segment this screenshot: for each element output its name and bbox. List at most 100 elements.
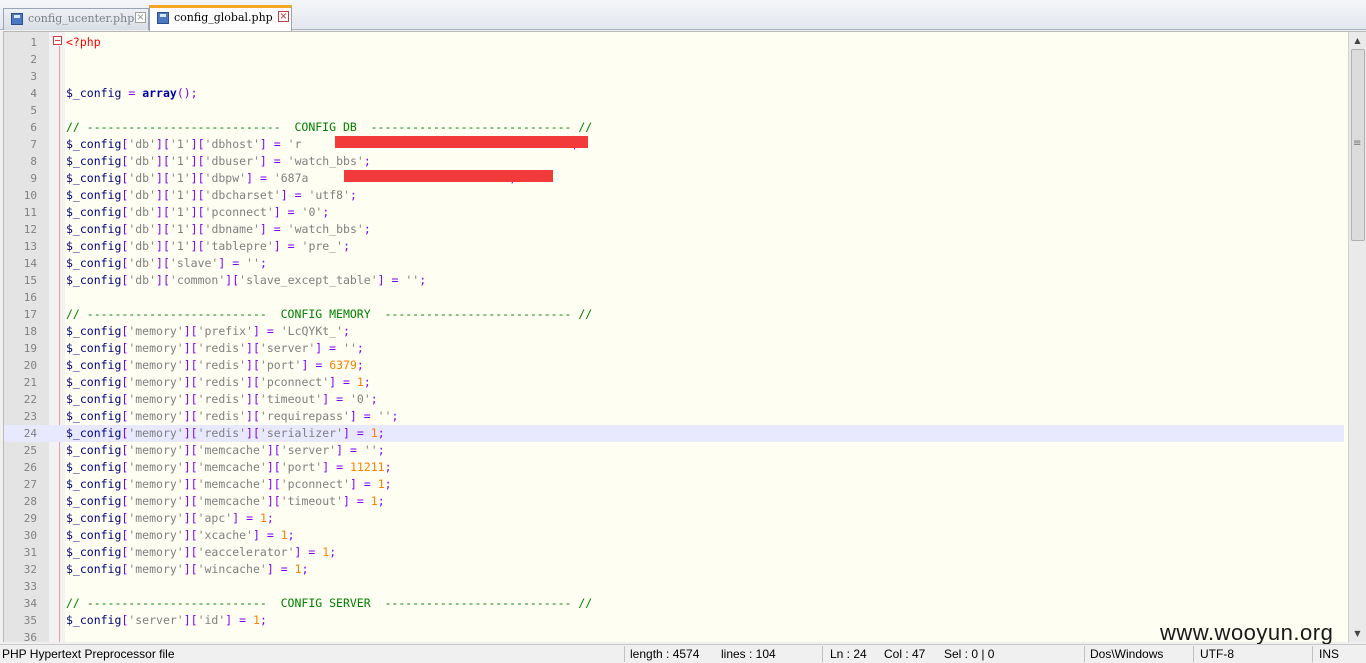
- scrollbar-thumb[interactable]: [1351, 49, 1365, 241]
- close-icon[interactable]: ×: [278, 11, 289, 22]
- tab-config-global[interactable]: config_global.php ×: [149, 5, 292, 31]
- code-line[interactable]: 9$_config['db']['1']['dbpw'] = '687a 5e'…: [4, 170, 1344, 187]
- code-line[interactable]: 28 $_config['memory']['memcache']['timeou…: [4, 493, 1344, 510]
- code-token: ][: [190, 188, 205, 202]
- line-number: 6: [30, 121, 37, 134]
- line-number: 7: [30, 138, 37, 151]
- code-line[interactable]: 14 $_config['db']['slave'] = '';: [4, 255, 1344, 272]
- code-line[interactable]: 7$_config['db']['1']['dbhost'] = 'r cs.c…: [4, 136, 1344, 153]
- code-token: 'apc': [197, 511, 233, 525]
- code-token: ][: [156, 273, 170, 287]
- code-line[interactable]: 20 $_config['memory']['redis']['port'] = …: [4, 357, 1344, 374]
- code-token: 'memcache': [197, 443, 267, 457]
- code-line[interactable]: 17 // -------------------------- CONFIG M…: [4, 306, 1344, 323]
- code-token: ;: [363, 154, 371, 168]
- code-token: 'memory': [128, 494, 184, 508]
- code-token: ][: [183, 341, 198, 355]
- code-text: $_config['memory']['memcache']['pconnect…: [66, 476, 392, 493]
- code-line[interactable]: 11 $_config['db']['1']['pconnect'] = '0';: [4, 204, 1344, 221]
- code-text: $_config['db']['1']['dbuser'] = 'watch_b…: [66, 153, 371, 170]
- code-line[interactable]: 6 // ---------------------------- CONFIG …: [4, 119, 1344, 136]
- code-line[interactable]: 25 $_config['memory']['memcache']['server…: [4, 442, 1344, 459]
- tab-config-ucenter[interactable]: config_ucenter.php ×: [3, 8, 149, 30]
- code-editor[interactable]: 1 <?php 2 3 4 $_config = array(); 5 6// -------…: [3, 31, 1366, 642]
- code-token: =: [266, 528, 274, 542]
- code-token: ;: [363, 375, 371, 389]
- code-token: $_config: [66, 256, 122, 270]
- code-token: ]: [273, 239, 281, 253]
- code-line[interactable]: 26 $_config['memory']['memcache']['port']…: [4, 459, 1344, 476]
- code-line[interactable]: 8 $_config['db']['1']['dbuser'] = 'watch_…: [4, 153, 1344, 170]
- code-line[interactable]: 10 $_config['db']['1']['dbcharset'] = 'ut…: [4, 187, 1344, 204]
- code-line[interactable]: 12 $_config['db']['1']['dbname'] = 'watch…: [4, 221, 1344, 238]
- code-token: ();: [176, 86, 198, 100]
- code-line[interactable]: 22 $_config['memory']['redis']['timeout']…: [4, 391, 1344, 408]
- code-token: =: [287, 239, 295, 253]
- code-line[interactable]: 35 $_config['server']['id'] = 1;: [4, 612, 1344, 629]
- code-token: ]: [259, 222, 267, 236]
- code-token: ;: [391, 409, 399, 423]
- scroll-down-icon[interactable]: ▼: [1349, 625, 1366, 642]
- code-token: ][: [156, 154, 170, 168]
- code-line[interactable]: 30 $_config['memory']['xcache'] = 1;: [4, 527, 1344, 544]
- code-line[interactable]: 21 $_config['memory']['redis']['pconnect'…: [4, 374, 1344, 391]
- line-number: 34: [23, 597, 37, 610]
- code-token: $_config: [66, 222, 122, 236]
- code-line[interactable]: 24 $_config['memory']['redis']['serialize…: [4, 425, 1344, 442]
- code-token: ]: [343, 494, 350, 508]
- code-token: '1': [169, 205, 191, 219]
- code-token: ][: [183, 477, 198, 491]
- code-token: =: [280, 562, 288, 576]
- code-token: ][: [156, 239, 170, 253]
- code-line[interactable]: 1 <?php: [4, 34, 1344, 51]
- code-line[interactable]: 16: [4, 289, 1344, 306]
- code-line[interactable]: 34 // -------------------------- CONFIG S…: [4, 595, 1344, 612]
- code-token: ]: [246, 171, 254, 185]
- code-token: ][: [183, 613, 198, 627]
- code-token: 'db': [128, 222, 157, 236]
- code-line[interactable]: 27 $_config['memory']['memcache']['pconne…: [4, 476, 1344, 493]
- scroll-up-icon[interactable]: ▲: [1349, 32, 1366, 49]
- code-line[interactable]: 13 $_config['db']['1']['tablepre'] = 'pre…: [4, 238, 1344, 255]
- code-line[interactable]: 33: [4, 578, 1344, 595]
- code-token: 'slave_except_table': [239, 273, 378, 287]
- vertical-scrollbar[interactable]: ▲ ▼: [1348, 32, 1366, 642]
- code-line[interactable]: 4 $_config = array();: [4, 85, 1344, 102]
- code-line[interactable]: 5: [4, 102, 1344, 119]
- code-token: $_config: [66, 494, 122, 508]
- code-token: 'memory': [128, 375, 184, 389]
- code-token: 'db': [128, 205, 157, 219]
- code-line[interactable]: 32 $_config['memory']['wincache'] = 1;: [4, 561, 1344, 578]
- code-lines[interactable]: 1 <?php 2 3 4 $_config = array(); 5 6// -------…: [4, 34, 1344, 642]
- code-text: $_config['memory']['memcache']['port'] =…: [66, 459, 392, 476]
- code-line[interactable]: 23 $_config['memory']['redis']['requirepa…: [4, 408, 1344, 425]
- code-token: $_config: [66, 426, 122, 440]
- code-token: 1: [370, 494, 378, 508]
- status-lines: lines : 104: [721, 647, 776, 661]
- code-token: 'db': [128, 188, 157, 202]
- code-line[interactable]: 2: [4, 51, 1344, 68]
- line-number: 8: [30, 155, 37, 168]
- close-icon[interactable]: ×: [135, 12, 146, 23]
- code-line[interactable]: 29 $_config['memory']['apc'] = 1;: [4, 510, 1344, 527]
- code-token: $_config: [66, 409, 122, 423]
- code-token: 'dbuser': [204, 154, 260, 168]
- code-token: 'db': [128, 137, 157, 151]
- code-line[interactable]: 36: [4, 629, 1344, 642]
- code-token: ][: [156, 171, 170, 185]
- code-line[interactable]: 31 $_config['memory']['eaccelerator'] = 1…: [4, 544, 1344, 561]
- code-line[interactable]: 15 $_config['db']['common']['slave_except…: [4, 272, 1344, 289]
- line-number: 2: [30, 53, 37, 66]
- code-token: 'pconnect': [259, 375, 330, 389]
- code-line[interactable]: 18 $_config['memory']['prefix'] = 'LcQYKt…: [4, 323, 1344, 340]
- code-line[interactable]: 19 $_config['memory']['redis']['server'] …: [4, 340, 1344, 357]
- code-line[interactable]: 3: [4, 68, 1344, 85]
- code-token: ;: [370, 392, 378, 406]
